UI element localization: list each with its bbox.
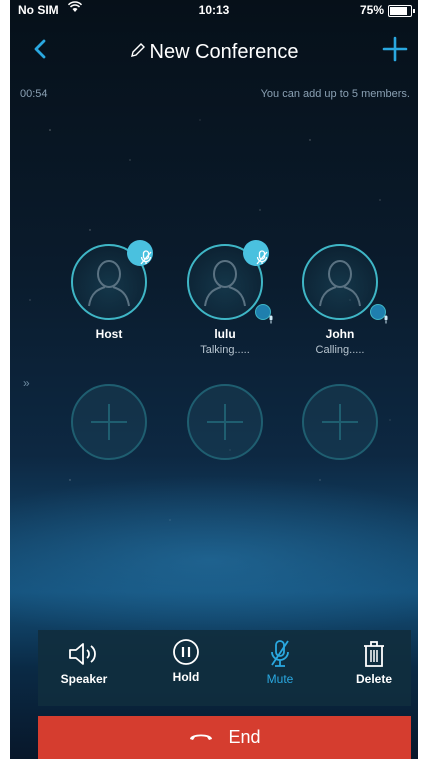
pause-icon bbox=[146, 634, 226, 670]
mute-label: Mute bbox=[266, 672, 294, 686]
member-name: Host bbox=[95, 327, 123, 341]
page-title[interactable]: New Conference bbox=[10, 41, 418, 64]
speaker-button[interactable]: Speaker bbox=[44, 636, 124, 686]
mic-indicator-icon bbox=[255, 304, 273, 324]
plus-icon bbox=[91, 404, 127, 440]
person-icon bbox=[88, 260, 130, 307]
add-member-icon[interactable] bbox=[382, 36, 408, 62]
pencil-icon bbox=[130, 42, 146, 63]
plus-icon bbox=[322, 404, 358, 440]
clock: 10:13 bbox=[198, 3, 230, 17]
nav-bar: New Conference bbox=[10, 28, 418, 72]
call-controls: Speaker Hold Mute Delete bbox=[38, 630, 411, 706]
avatar bbox=[187, 240, 273, 324]
mute-mic-icon bbox=[240, 636, 320, 672]
status-bar: No SIM 10:13 75% bbox=[10, 0, 418, 20]
member-status: Calling..... bbox=[315, 344, 365, 356]
person-icon bbox=[204, 260, 246, 307]
member-status: Talking..... bbox=[200, 344, 250, 356]
avatar bbox=[302, 244, 388, 324]
muted-mic-icon bbox=[127, 240, 153, 266]
add-slot-button[interactable] bbox=[187, 384, 263, 460]
delete-label: Delete bbox=[355, 672, 393, 686]
hold-label: Hold bbox=[172, 670, 200, 684]
person-icon bbox=[319, 260, 361, 307]
mic-indicator-icon bbox=[370, 304, 388, 324]
speaker-icon bbox=[44, 636, 124, 672]
conference-screen: No SIM 10:13 75% New Conference 00:54 Yo… bbox=[10, 0, 418, 759]
member-john[interactable]: John Calling..... bbox=[295, 244, 388, 356]
speaker-label: Speaker bbox=[60, 672, 108, 686]
member-name: John bbox=[325, 327, 355, 341]
end-label: End bbox=[228, 727, 261, 747]
battery-percent: 75% bbox=[359, 3, 384, 17]
avatar bbox=[71, 240, 153, 320]
delete-button[interactable]: Delete bbox=[334, 636, 414, 686]
member-lulu[interactable]: lulu Talking..... bbox=[180, 240, 273, 356]
member-limit-hint: You can add up to 5 members. bbox=[260, 88, 410, 100]
add-slot-button[interactable] bbox=[302, 384, 378, 460]
expand-chevron-icon[interactable]: » bbox=[23, 376, 30, 390]
mute-button[interactable]: Mute bbox=[240, 636, 320, 686]
member-host[interactable]: Host bbox=[64, 240, 154, 344]
call-timer: 00:54 bbox=[20, 88, 48, 100]
plus-icon bbox=[207, 404, 243, 440]
muted-mic-icon bbox=[243, 240, 269, 266]
hold-button[interactable]: Hold bbox=[146, 634, 226, 684]
battery-icon bbox=[388, 5, 415, 17]
member-name: lulu bbox=[214, 327, 236, 341]
title-text: New Conference bbox=[149, 41, 299, 63]
trash-icon bbox=[334, 636, 414, 672]
add-slot-button[interactable] bbox=[71, 384, 147, 460]
hang-up-icon bbox=[188, 729, 214, 747]
end-call-button[interactable]: End bbox=[38, 716, 411, 759]
